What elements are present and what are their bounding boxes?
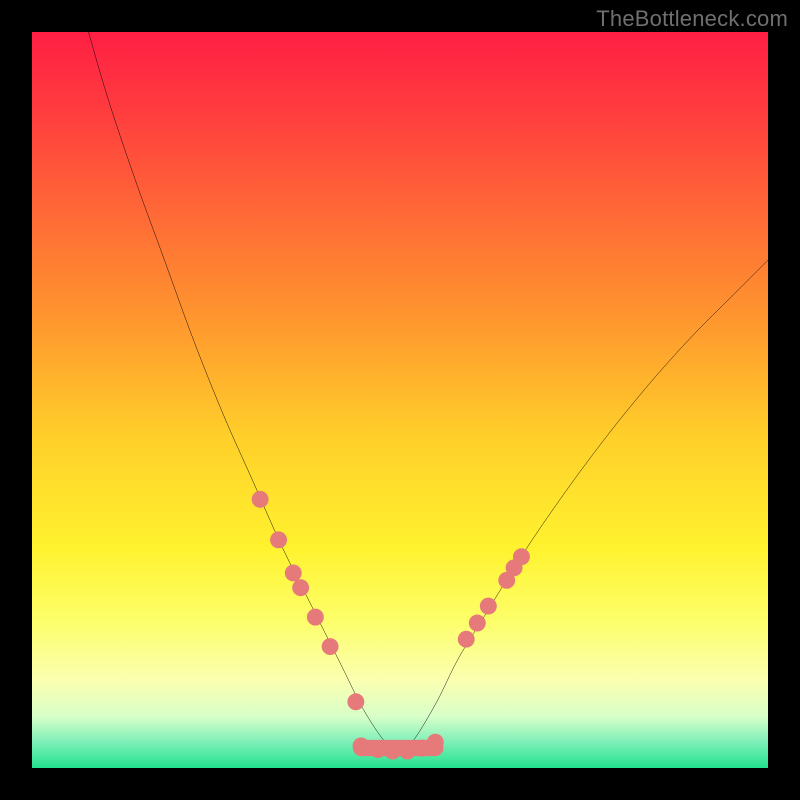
background-gradient (32, 32, 768, 768)
chart-frame: TheBottleneck.com (0, 0, 800, 800)
watermark-text: TheBottleneck.com (596, 6, 788, 32)
plot-area (32, 32, 768, 768)
